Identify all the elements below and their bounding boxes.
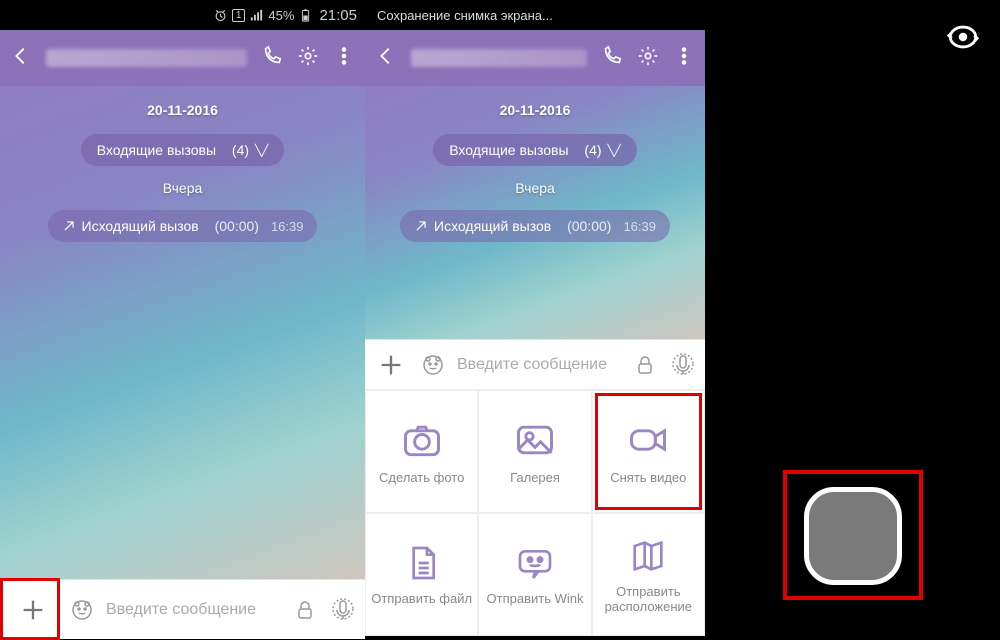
status-bar: 1 45% 21:05	[0, 0, 365, 30]
incoming-calls-pill[interactable]: Входящие вызовы (4) ╲╱	[0, 134, 365, 166]
outgoing-call-row[interactable]: Исходящий вызов (00:00) 16:39	[365, 210, 705, 242]
battery-icon	[298, 8, 313, 23]
attach-send-file[interactable]: Отправить файл	[365, 513, 478, 636]
alarm-icon	[213, 8, 228, 23]
attach-take-photo[interactable]: Сделать фото	[365, 390, 478, 513]
voice-button[interactable]	[329, 596, 357, 624]
back-button[interactable]	[10, 45, 32, 72]
battery-percent: 45%	[268, 8, 294, 23]
contact-name[interactable]	[411, 49, 587, 67]
screenshot-1: 1 45% 21:05 20-11-2016 Входящие вызовы (…	[0, 0, 365, 640]
label: Отправить Wink	[487, 591, 584, 606]
message-input-bar: Введите сообщение	[0, 579, 365, 639]
incoming-calls-pill[interactable]: Входящие вызовы (4) ╲╱	[365, 134, 705, 166]
clock: 21:05	[319, 7, 357, 24]
settings-button[interactable]	[297, 45, 319, 72]
highlight-shutter	[783, 470, 923, 600]
attach-send-location[interactable]: Отправить расположение	[592, 513, 705, 636]
signal-icon	[249, 8, 264, 23]
attach-button[interactable]	[373, 337, 409, 393]
back-button[interactable]	[375, 45, 397, 72]
settings-button[interactable]	[637, 45, 659, 72]
attach-button[interactable]	[8, 582, 58, 638]
attach-record-video[interactable]: Снять видео	[592, 390, 705, 513]
label: Отправить файл	[371, 591, 472, 606]
label: Галерея	[510, 470, 560, 485]
label: Отправить расположение	[593, 584, 704, 614]
screenshot-toast: Сохранение снимка экрана...	[373, 8, 697, 23]
message-input[interactable]: Введите сообщение	[457, 356, 621, 374]
screenshot-3-camera	[705, 0, 1000, 640]
attachment-grid: Сделать фото Галерея Снять видео Отправи…	[365, 389, 705, 636]
screenshot-2: Сохранение снимка экрана... 20-11-2016 В…	[365, 0, 705, 640]
date-header: 20-11-2016	[365, 86, 705, 118]
contact-name[interactable]	[46, 49, 247, 67]
message-input[interactable]: Введите сообщение	[106, 601, 281, 619]
switch-camera-button[interactable]	[946, 20, 980, 59]
attach-send-wink[interactable]: Отправить Wink	[478, 513, 591, 636]
chat-header	[0, 30, 365, 86]
date-header: 20-11-2016	[0, 86, 365, 118]
outgoing-call-row[interactable]: Исходящий вызов (00:00) 16:39	[0, 210, 365, 242]
arrow-outgoing-icon	[62, 219, 76, 233]
call-button[interactable]	[261, 45, 283, 72]
chat-area: 20-11-2016 Входящие вызовы (4) ╲╱ Вчера …	[0, 86, 365, 579]
arrow-outgoing-icon	[414, 219, 428, 233]
label: Снять видео	[610, 470, 686, 485]
more-button[interactable]	[333, 45, 355, 72]
more-button[interactable]	[673, 45, 695, 72]
chevron-down-icon: ╲╱	[608, 144, 621, 157]
chat-area: 20-11-2016 Входящие вызовы (4) ╲╱ Вчера …	[365, 86, 705, 339]
label: Сделать фото	[379, 470, 464, 485]
chat-header	[365, 30, 705, 86]
yesterday-header: Вчера	[0, 180, 365, 196]
voice-button[interactable]	[669, 351, 697, 379]
sticker-button[interactable]	[419, 351, 447, 379]
sticker-button[interactable]	[68, 596, 96, 624]
lock-icon[interactable]	[291, 596, 319, 624]
status-bar: Сохранение снимка экрана...	[365, 0, 705, 30]
chevron-down-icon: ╲╱	[255, 144, 268, 157]
sim-index: 1	[232, 9, 246, 22]
message-input-bar: Введите сообщение	[365, 339, 705, 389]
lock-icon[interactable]	[631, 351, 659, 379]
attach-gallery[interactable]: Галерея	[478, 390, 591, 513]
call-button[interactable]	[601, 45, 623, 72]
yesterday-header: Вчера	[365, 180, 705, 196]
